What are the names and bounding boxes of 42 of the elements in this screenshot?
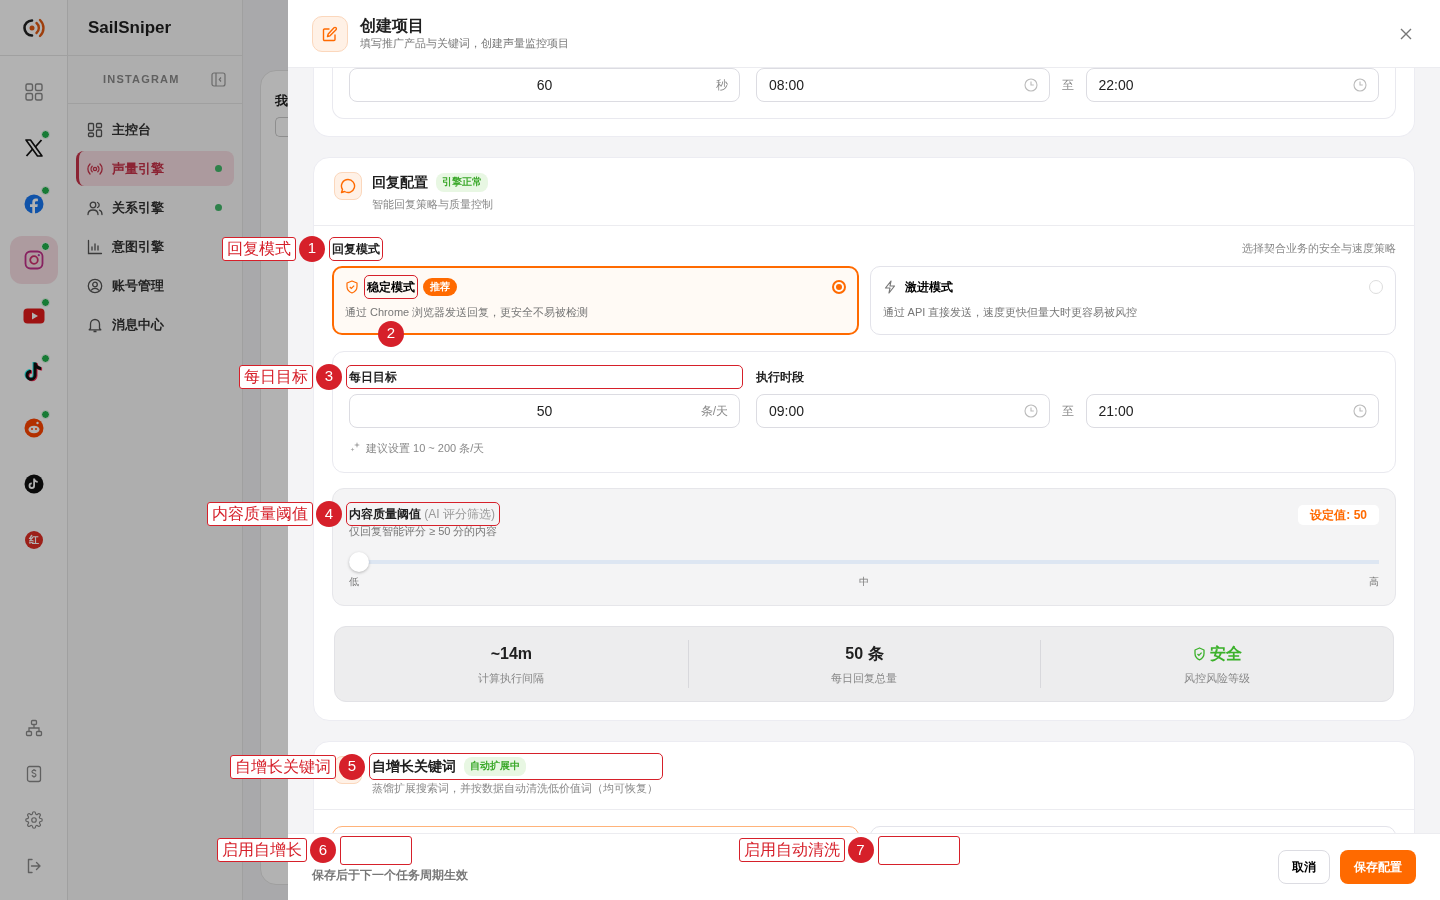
field-label: 回复模式: [332, 239, 380, 258]
stat-value: 50 条: [845, 643, 884, 664]
annotation-label: 启用自动清洗: [738, 838, 845, 862]
dialog-title: 创建项目: [360, 15, 425, 35]
unit-label: 条/天: [700, 402, 728, 420]
range-separator: 至: [1060, 77, 1075, 94]
slider-tick-label: 中: [859, 574, 869, 589]
value-badge: 设定值: 50: [1298, 505, 1379, 525]
unit-label: 秒: [716, 77, 728, 94]
page-heading: 我: [275, 92, 289, 110]
annotation-label: 内容质量阈值: [207, 502, 313, 526]
annotation-label: 每日目标: [239, 364, 313, 389]
field-hint: 选择契合业务的安全与速度策略: [1242, 241, 1396, 257]
stat-label: 风控风险等级: [1184, 670, 1251, 686]
stat-label: 每日回复总量: [831, 670, 898, 686]
annotation-label: 启用自增长: [217, 838, 307, 862]
dialog-subtitle: 填写推广产品与关键词，创建声量监控项目: [360, 35, 569, 51]
footer-note: 保存后于下一个任务周期生效: [312, 867, 468, 884]
brand-name: SailSniper: [68, 0, 242, 56]
field-hint: 建议设置 10 ~ 200 条/天: [366, 440, 485, 456]
platform-heading: INSTAGRAM: [103, 72, 180, 88]
section-subtitle: 智能回复策略与质量控制: [372, 197, 493, 212]
stat-label: 计算执行间隔: [478, 670, 545, 686]
status-badge: 自动扩展中: [464, 757, 526, 776]
range-separator: 至: [1060, 402, 1075, 420]
note-app-logo-icon: 红: [24, 531, 43, 549]
field-label: 每日目标: [349, 367, 740, 386]
stat-value: ~14m: [490, 643, 532, 664]
section-title: 回复配置: [372, 173, 428, 192]
slider-tick-label: 低: [349, 574, 359, 589]
annotation-label: 回复模式: [222, 236, 296, 261]
stat-value: 安全: [1192, 641, 1242, 666]
field-hint: 仅回复智能评分 ≥ 50 分的内容: [349, 524, 498, 539]
field-label: 执行时段: [756, 368, 805, 386]
field-label: 内容质量阈值 (AI 评分筛选): [349, 505, 498, 523]
annotation-box: 稳定模式: [367, 277, 415, 296]
section-title: 自增长关键词: [372, 757, 456, 776]
recommended-badge: 推荐: [423, 277, 457, 296]
section-subtitle: 蒸馏扩展搜索词，并按数据自动清洗低价值词（均可恢复）: [372, 781, 659, 796]
annotation-label: 自增长关键词: [230, 754, 336, 779]
slider-tick-label: 高: [1369, 574, 1379, 589]
status-badge: 引擎正常: [436, 173, 488, 192]
